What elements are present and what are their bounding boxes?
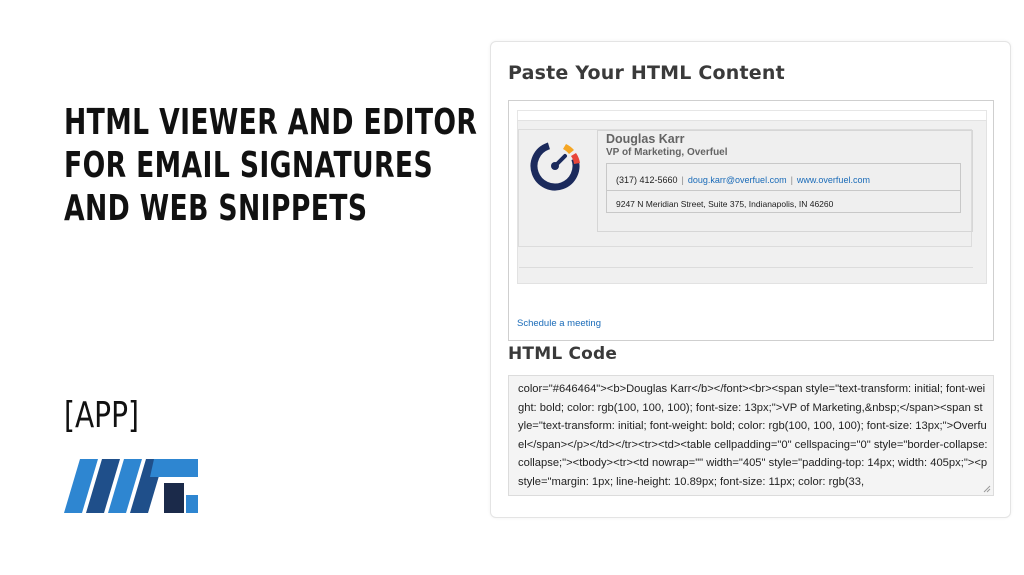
schedule-meeting-link[interactable]: Schedule a meeting — [517, 318, 601, 329]
signature-name: Douglas Karr — [606, 132, 685, 146]
html-code-title: HTML Code — [508, 344, 618, 364]
headline-line-1: HTML VIEWER AND EDITOR — [64, 102, 478, 143]
headline-line-2: FOR EMAIL SIGNATURES — [64, 145, 434, 186]
signature-contact-row: (317) 412-5660 | doug.karr@overfuel.com | ww… — [607, 164, 960, 191]
resize-grip-icon[interactable] — [983, 485, 991, 493]
mtk-logo-icon — [64, 459, 198, 513]
signature-address: 9247 N Meridian Street, Suite 375, India… — [616, 199, 834, 209]
separator: | — [790, 175, 793, 185]
signature-details: Douglas Karr VP of Marketing, Overfuel (… — [597, 130, 973, 232]
signature-website-link[interactable]: www.overfuel.com — [797, 175, 870, 185]
app-tag: [APP] — [64, 395, 139, 436]
preview-top-border — [517, 110, 987, 120]
signature-email-link[interactable]: doug.karr@overfuel.com — [688, 175, 787, 185]
signature-divider — [519, 267, 973, 268]
signature-contact-box: (317) 412-5660 | doug.karr@overfuel.com | ww… — [606, 163, 961, 213]
html-code-textarea[interactable]: color="#646464"><b>Douglas Karr</b></fon… — [508, 375, 994, 496]
signature-role: VP of Marketing, Overfuel — [606, 147, 728, 158]
headline: HTML VIEWER AND EDITOR FOR EMAIL SIGNATU… — [64, 101, 478, 230]
headline-line-3: AND WEB SNIPPETS — [64, 188, 368, 229]
html-preview-pane[interactable]: Douglas Karr VP of Marketing, Overfuel (… — [508, 100, 994, 341]
paste-section-title: Paste Your HTML Content — [508, 62, 785, 84]
overfuel-gauge-icon — [530, 141, 580, 191]
signature-table: Douglas Karr VP of Marketing, Overfuel (… — [518, 129, 973, 268]
signature-phone: (317) 412-5660 — [616, 175, 678, 185]
html-editor-card: Paste Your HTML Content Douglas Karr VP … — [490, 41, 1011, 518]
separator: | — [681, 175, 684, 185]
html-code-content: color="#646464"><b>Douglas Karr</b></fon… — [518, 383, 988, 488]
signature-container: Douglas Karr VP of Marketing, Overfuel (… — [517, 120, 987, 284]
